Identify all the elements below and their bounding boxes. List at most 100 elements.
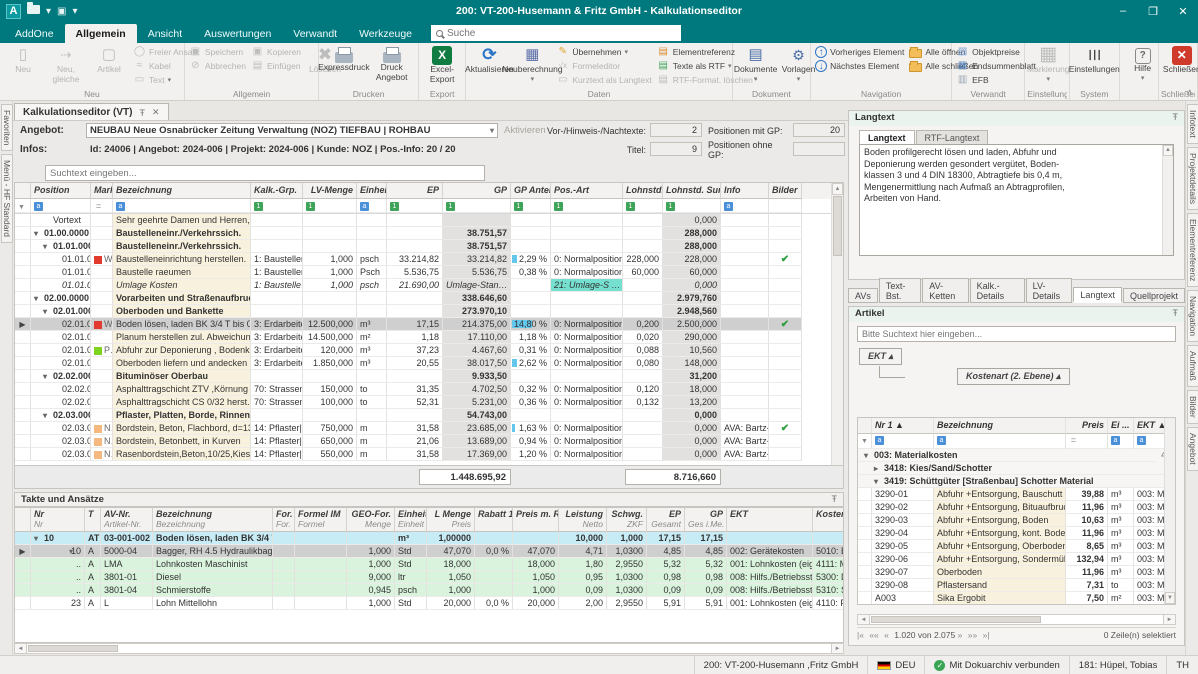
dokumente-button[interactable]: ▤Dokumente▾ <box>735 44 777 88</box>
column-header-ekt[interactable]: EKT <box>727 508 813 532</box>
filter-cell-lohnstd[interactable]: 1 <box>623 199 663 213</box>
langtext-scrollbar[interactable]: ▲ <box>1162 145 1173 255</box>
expand-collapse-icon[interactable]: ▾ <box>874 476 884 488</box>
column-header-preis[interactable]: Preis <box>1066 418 1108 434</box>
expand-collapse-icon[interactable]: ▾ <box>34 228 44 240</box>
table-row[interactable]: ▾02.02.0000Bituminöser Oberbau9.933,5031… <box>15 370 843 383</box>
angebot-combobox[interactable]: NEUBAU Neue Osnabrücker Zeitung Verwaltu… <box>86 123 498 138</box>
column-header-rabatt-1[interactable]: Rabatt 1 <box>475 508 513 532</box>
pager-last-icon[interactable]: »| <box>983 630 990 640</box>
neuberechnung-button[interactable]: ▦Neuberechnung▾ <box>511 44 553 88</box>
group-row[interactable]: ▾003: Materialkosten▱ <box>858 449 1175 462</box>
group-row[interactable]: ▸3418: Kies/Sand/Schotter <box>858 462 1175 475</box>
column-header-kalk-grp[interactable]: Kalk.-Grp. <box>251 183 303 199</box>
close-tab-icon[interactable]: ✕ <box>152 107 160 118</box>
filter-condition-icon[interactable]: 1 <box>666 202 675 211</box>
table-row[interactable]: ..A3801-01Diesel9,000ltr1,0501,0500,951,… <box>15 571 843 584</box>
detail-tab-langtext[interactable]: Langtext <box>1073 287 1122 303</box>
expressdruck-button[interactable]: Expressdruck <box>321 44 366 88</box>
table-row[interactable]: 02.02.0020Asphalttragschicht CS 0/32 her… <box>15 396 843 409</box>
filter-cell-gp-anteil[interactable]: 1 <box>511 199 551 213</box>
filter-cell-lv-menge[interactable]: 1 <box>303 199 357 213</box>
group-row[interactable]: ▾3419: Schüttgüter [Straßenbau] Schotter… <box>858 475 1175 488</box>
filter-cell-gp[interactable]: 1 <box>443 199 511 213</box>
table-row[interactable]: 3290-02Abfuhr +Entsorgung, Bituaufbruch1… <box>858 501 1175 514</box>
excel-export-button[interactable]: XExcel-Export <box>421 44 463 88</box>
table-row[interactable]: 23ALLohn Mittellohn1,000Std20,0000,0 %20… <box>15 597 843 610</box>
scroll-up-icon[interactable]: ▲ <box>832 183 843 195</box>
column-header-lohnstd-sum[interactable]: Lohnstd. Sum. <box>663 183 721 199</box>
column-header-l-menge[interactable]: L MengePreis <box>427 508 475 532</box>
table-row[interactable]: 3290-07Oberboden11,96m³003: Materialkost… <box>858 566 1175 579</box>
filter-condition-icon[interactable]: a <box>34 202 43 211</box>
column-header-for[interactable]: For.For. <box>273 508 295 532</box>
column-header-kostena[interactable]: Kostena... <box>813 508 844 532</box>
vorheriges-element-button[interactable]: ↑Vorheriges Element <box>813 45 906 59</box>
column-header-ep[interactable]: EPGesamt <box>647 508 685 532</box>
table-row[interactable]: 01.01.0010W…Baustelleneinrichtung herste… <box>15 253 843 266</box>
status-language[interactable]: DEU <box>867 656 924 674</box>
pager-first-icon[interactable]: |« <box>857 630 864 640</box>
filter-condition-icon[interactable]: 1 <box>446 202 455 211</box>
detail-tab-av-ketten[interactable]: AV-Ketten <box>922 278 968 303</box>
filter-condition-icon[interactable]: 1 <box>254 202 263 211</box>
table-row[interactable]: ▾02.00.0000Vorarbeiten und Straßenaufbru… <box>15 292 843 305</box>
aktivieren-button[interactable]: Aktivieren <box>504 125 546 136</box>
table-row[interactable]: ▾10AT03-001-002Boden lösen, laden BK 3/4… <box>15 532 843 545</box>
close-button[interactable]: ✕ <box>1168 5 1198 18</box>
ribbon-tab-auswertungen[interactable]: Auswertungen <box>193 24 282 43</box>
column-header-nr[interactable]: NrNr <box>31 508 85 532</box>
filter-condition-icon[interactable]: a <box>724 202 733 211</box>
detail-tab-kalk-details[interactable]: Kalk.-Details <box>970 278 1025 303</box>
detail-tab-lv-details[interactable]: LV-Details <box>1026 278 1073 303</box>
ribbon-search[interactable] <box>431 25 681 41</box>
table-row[interactable]: 02.01.0040Oberboden liefern und andecken… <box>15 357 843 370</box>
filter-cell-bezeichnung[interactable]: a <box>113 199 251 213</box>
column-header-av-nr[interactable]: AV-Nr.Artikel-Nr. <box>101 508 153 532</box>
filter-cell-bezeichnung[interactable]: a <box>934 434 1066 449</box>
expand-collapse-icon[interactable]: ▾ <box>61 546 71 558</box>
column-header-ep[interactable]: EP <box>387 183 443 199</box>
filter-cell-bilder[interactable] <box>769 199 802 213</box>
tab-kalkulationseditor[interactable]: Kalkulationseditor (VT) Ŧ ✕ <box>14 103 169 120</box>
schließen-button[interactable]: ✕Schließen <box>1161 44 1198 88</box>
artikel-search[interactable] <box>857 326 1176 342</box>
filter-condition-icon[interactable]: = <box>94 202 103 211</box>
table-row[interactable]: 02.01.0030P…Abfuhr zur Deponierung , Bod… <box>15 344 843 357</box>
filter-condition-icon[interactable]: a <box>1137 436 1146 445</box>
group-chip-kostenart[interactable]: Kostenart (2. Ebene) ▴ <box>957 368 1070 385</box>
ribbon-tab-werkzeuge[interactable]: Werkzeuge <box>348 24 423 43</box>
nächstes-element-button[interactable]: ↓Nächstes Element <box>813 59 906 73</box>
filter-condition-icon[interactable]: a <box>360 202 369 211</box>
table-row[interactable]: 02.03.0030N…Rasenbordstein,Beton,10/25,K… <box>15 448 843 461</box>
hilfe-button[interactable]: ?Hilfe▾ <box>1122 44 1164 88</box>
filter-cell-mark[interactable]: = <box>91 199 113 213</box>
table-row[interactable]: 3290-06Abfuhr +Entsorgung, Sondermüll Z … <box>858 553 1175 566</box>
filter-condition-icon[interactable]: 1 <box>306 202 315 211</box>
detail-tab-avs[interactable]: AVs <box>848 288 878 303</box>
expand-collapse-icon[interactable]: ▾ <box>43 371 53 383</box>
expand-collapse-icon[interactable]: ▾ <box>864 450 874 462</box>
table-row[interactable]: 3290-08Pflastersand7,31to003: Materialko… <box>858 579 1175 592</box>
open-folder-icon[interactable] <box>27 5 40 17</box>
qat-dropdown-icon[interactable]: ▾ <box>72 6 77 17</box>
column-header-bezeichnung[interactable]: Bezeichnung <box>113 183 251 199</box>
pin-icon[interactable]: Ŧ <box>139 108 145 118</box>
pager-fast-back-icon[interactable]: «« <box>869 630 878 640</box>
table-row[interactable]: A003Sika Ergobit7,50m²003: Materialkoste… <box>858 592 1175 605</box>
chevron-down-icon[interactable]: ▾ <box>490 126 494 135</box>
filter-cell-lohnstd-sum[interactable]: 1 <box>663 199 721 213</box>
langtext-textarea[interactable]: Boden profilgerecht lösen und laden, Abf… <box>859 144 1174 256</box>
dock-tab-favoriten[interactable]: Favoriten <box>1 104 13 151</box>
grid-search[interactable] <box>45 165 485 181</box>
column-header-schwg[interactable]: Schwg.ZKF <box>607 508 647 532</box>
langtext-tab-langtext[interactable]: Langtext <box>859 130 915 144</box>
column-header-gp[interactable]: GPGes i.Me. <box>685 508 727 532</box>
dock-tab-elementreferenz[interactable]: Elementreferenz <box>1187 213 1198 287</box>
filter-condition-icon[interactable]: a <box>116 202 125 211</box>
column-header-preis-m-r[interactable]: Preis m. R. <box>513 508 559 532</box>
grid-search-input[interactable] <box>46 166 484 180</box>
column-header-ei[interactable]: Ei ... <box>1108 418 1134 434</box>
filter-cell-nr[interactable]: a <box>872 434 934 449</box>
table-row[interactable]: ▾01.00.0000Baustelleneinr./Verkehrssich.… <box>15 227 843 240</box>
